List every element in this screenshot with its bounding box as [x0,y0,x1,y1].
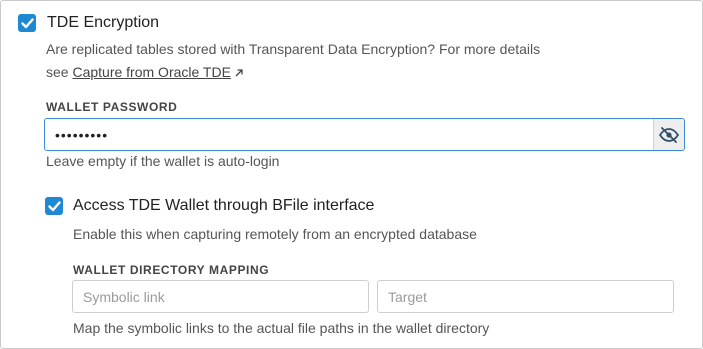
capture-oracle-tde-link[interactable]: Capture from Oracle TDE [72,64,230,80]
checkmark-icon [20,17,34,28]
tde-encryption-checkbox[interactable] [18,14,36,32]
bfile-interface-description: Enable this when capturing remotely from… [73,226,477,242]
bfile-interface-checkbox[interactable] [45,197,63,215]
eye-slash-icon [658,126,680,143]
tde-description: Are replicated tables stored with Transp… [46,41,541,57]
wallet-password-input[interactable] [45,119,653,150]
external-link-icon [235,69,243,77]
wallet-directory-mapping-hint: Map the symbolic links to the actual fil… [73,320,490,336]
bfile-interface-title: Access TDE Wallet through BFile interfac… [73,197,375,214]
wallet-password-label: WALLET PASSWORD [46,100,178,114]
wallet-directory-mapping-label: WALLET DIRECTORY MAPPING [73,263,270,277]
checkmark-icon [47,200,61,211]
wallet-password-hint: Leave empty if the wallet is auto-login [46,153,280,169]
capture-oracle-tde-link-label: Capture from Oracle TDE [72,64,231,80]
tde-description-line2: see Capture from Oracle TDE [46,63,244,81]
target-input[interactable] [377,280,674,313]
tde-description-prefix: see [46,64,69,80]
wallet-password-field [44,118,685,151]
symbolic-link-input[interactable] [72,280,369,313]
tde-settings-panel: TDE Encryption Are replicated tables sto… [0,0,703,349]
tde-encryption-title: TDE Encryption [47,14,160,31]
toggle-password-visibility-button[interactable] [653,119,684,150]
